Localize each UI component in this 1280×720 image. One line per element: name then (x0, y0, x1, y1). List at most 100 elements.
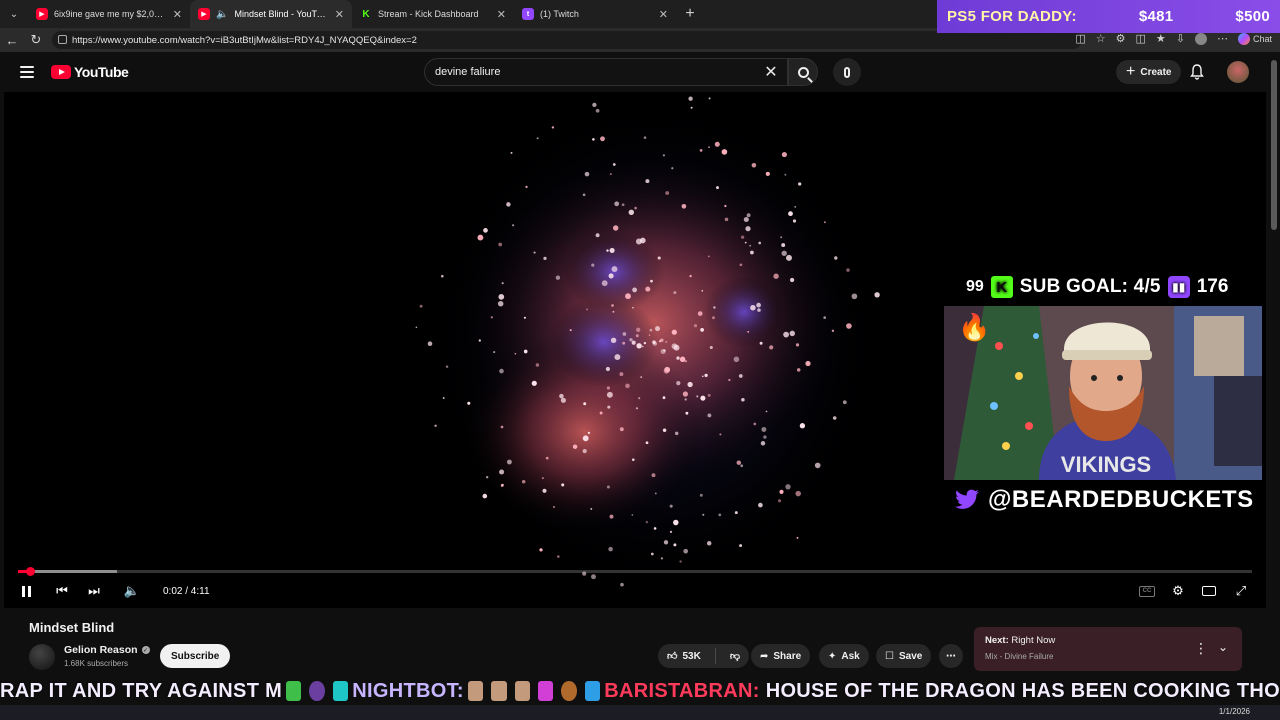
ticker-message: HOUSE OF THE DRAGON HAS BEEN COOKING THO (765, 679, 1280, 702)
star-dot (629, 338, 633, 342)
star-dot (781, 250, 787, 256)
star-dot (789, 330, 796, 337)
extensions-icon[interactable]: ⚙ (1116, 32, 1126, 45)
site-info-icon[interactable] (58, 35, 67, 44)
previous-track-icon: ⏮ (56, 583, 68, 598)
save-button[interactable]: ☐ Save (876, 644, 932, 668)
captions-button[interactable]: CC (1137, 582, 1157, 600)
tab-title: 6ix9ine gave me my $2,000,000 b... (54, 9, 167, 19)
star-dot (777, 499, 782, 503)
up-next-card[interactable]: Next: Right Now Mix - Divine Failure ⋮ ⌄ (974, 627, 1242, 671)
star-dot (609, 173, 612, 176)
star-dot (641, 345, 644, 348)
favorites-icon[interactable]: ★ (1156, 32, 1166, 45)
speaker-icon[interactable]: 🔈 (216, 9, 228, 20)
channel-name[interactable]: Gelion Reason (64, 644, 138, 656)
favorite-star-icon[interactable]: ☆ (1096, 32, 1106, 45)
channel-avatar[interactable] (29, 644, 55, 670)
star-dot (635, 238, 642, 245)
star-dot (733, 356, 740, 363)
streamer-webcam: VIKINGS 🔥 (944, 306, 1262, 480)
ask-button[interactable]: ✦ Ask (819, 644, 869, 668)
channel-name-row[interactable]: Gelion Reason ✓ (64, 644, 150, 656)
scrollbar-thumb[interactable] (1271, 60, 1277, 230)
reload-icon[interactable]: ↻ (24, 28, 48, 52)
clear-search-icon[interactable]: ✕ (760, 61, 782, 83)
notifications-bell-icon[interactable] (1190, 64, 1204, 80)
youtube-logo[interactable]: YouTube (51, 64, 129, 80)
back-arrow-icon[interactable]: ← (0, 28, 24, 52)
page-scrollbar[interactable] (1268, 52, 1280, 677)
twitch-logo-icon: ▮▮ (1167, 276, 1190, 298)
settings-button[interactable]: ⚙ (1169, 582, 1187, 600)
star-dot (763, 435, 767, 439)
split-screen-icon[interactable]: ◫ (1135, 32, 1145, 45)
close-tab-icon[interactable]: ✕ (659, 8, 668, 21)
star-dot (621, 203, 625, 207)
account-avatar[interactable] (1227, 61, 1249, 83)
tab-list-chevron-icon[interactable]: ⌄ (0, 0, 28, 28)
more-menu-icon[interactable]: ⋯ (1217, 32, 1228, 45)
star-dot (611, 304, 614, 307)
like-button[interactable]: 👍︎ 53K (658, 644, 710, 668)
menu-hamburger-icon[interactable] (20, 66, 34, 78)
star-dot (608, 546, 613, 552)
star-dot (823, 221, 826, 224)
star-dot (660, 557, 663, 560)
star-dot (734, 511, 738, 515)
new-tab-plus-icon[interactable]: + (676, 0, 704, 28)
downloads-icon[interactable]: ⇩ (1176, 32, 1185, 45)
star-dot (790, 277, 795, 283)
star-dot (758, 241, 762, 245)
share-button[interactable]: ➦ Share (751, 644, 811, 668)
browser-tab-2[interactable]: ▶ 🔈 Mindset Blind - YouTube ✕ (190, 0, 352, 28)
fullscreen-button[interactable]: ⤢ (1232, 582, 1250, 600)
star-dot (846, 268, 850, 272)
search-input[interactable]: devine faliure (424, 58, 788, 86)
next-button[interactable]: ⏭ (86, 582, 102, 600)
star-dot (434, 424, 437, 428)
browser-tab-3[interactable]: K Stream - Kick Dashboard ✕ (352, 0, 514, 28)
search-button[interactable] (788, 58, 818, 86)
progress-bar[interactable] (18, 567, 1252, 576)
volume-button[interactable]: 🔈 (124, 582, 140, 600)
app-available-icon[interactable]: ◫ (1075, 32, 1085, 45)
star-dot (650, 279, 653, 283)
more-vertical-icon[interactable]: ⋮ (1194, 640, 1208, 657)
close-tab-icon[interactable]: ✕ (173, 8, 182, 21)
star-dot (716, 186, 719, 190)
progress-scrubber-handle[interactable] (26, 567, 35, 576)
twitter-handle-text: @BEARDEDBUCKETS (988, 486, 1254, 513)
player-controls: ⏮ ⏭ 🔈 0:02 / 4:11 CC ⚙ ⤢ (4, 578, 1266, 604)
voice-search-button[interactable] (833, 58, 861, 86)
like-dislike-group: 👍︎ 53K 👎︎ (658, 644, 749, 668)
create-button[interactable]: + Create (1116, 60, 1182, 84)
browser-tab-1[interactable]: ▶ 6ix9ine gave me my $2,000,000 b... ✕ (28, 0, 190, 28)
close-tab-icon[interactable]: ✕ (497, 8, 506, 21)
previous-button[interactable]: ⏮ (54, 582, 70, 600)
star-dot (440, 274, 444, 278)
star-dot (697, 311, 703, 316)
browser-tab-4[interactable]: t (1) Twitch ✕ (514, 0, 676, 28)
subscribe-button[interactable]: Subscribe (160, 644, 231, 668)
star-dot (523, 316, 526, 319)
copilot-icon (1237, 32, 1250, 45)
star-dot (745, 226, 751, 232)
more-actions-button[interactable]: ⋯ (939, 644, 963, 668)
star-dot (693, 324, 698, 328)
profile-avatar-icon[interactable] (1194, 32, 1207, 45)
star-dot (718, 513, 722, 517)
dislike-button[interactable]: 👎︎ (721, 644, 749, 668)
star-dot (643, 341, 647, 345)
star-dot (761, 427, 767, 432)
star-dot (606, 249, 609, 252)
theater-mode-button[interactable] (1200, 582, 1218, 600)
copilot-chat-button[interactable]: Chat (1237, 32, 1272, 45)
star-dot (631, 340, 636, 345)
star-dot (543, 256, 547, 261)
up-next-title: Right Now (1011, 635, 1056, 646)
close-tab-icon[interactable]: ✕ (335, 8, 344, 21)
url-field[interactable]: https://www.youtube.com/watch?v=iB3utBtI… (52, 31, 1082, 49)
pause-button[interactable] (18, 582, 34, 600)
chevron-down-icon[interactable]: ⌄ (1218, 640, 1228, 654)
